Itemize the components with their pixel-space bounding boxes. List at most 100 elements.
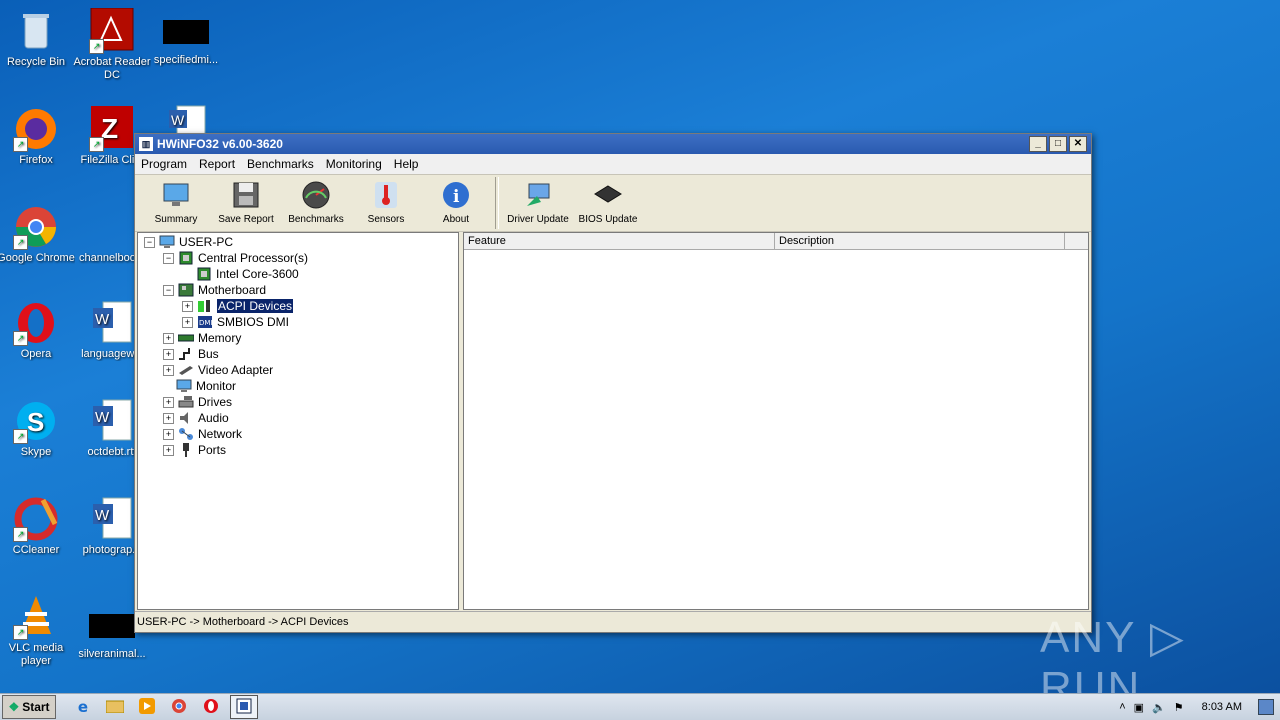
show-hidden-icons-icon[interactable]: ˄: [1119, 701, 1125, 713]
redacted-thumbnail: [89, 614, 135, 638]
monitor-icon: [176, 379, 192, 393]
tree-node-audio[interactable]: + Audio: [163, 410, 229, 426]
svg-text:DMI: DMI: [199, 319, 213, 327]
shortcut-arrow-icon: ↗: [13, 625, 28, 640]
dmi-icon: DMI: [197, 315, 213, 329]
internet-explorer-icon: e: [77, 698, 89, 716]
list-header: Feature Description: [464, 233, 1088, 250]
word-document-icon: W: [89, 300, 135, 346]
expand-icon[interactable]: +: [163, 332, 174, 344]
toolbar: Summary Save Report Benchmarks Sensors i…: [135, 174, 1091, 232]
taskbar-media-player[interactable]: [134, 696, 160, 718]
motherboard-icon: [178, 283, 194, 297]
expand-icon[interactable]: +: [163, 444, 174, 456]
show-desktop-button[interactable]: [1258, 699, 1274, 715]
desktop-icon-vlc[interactable]: ↗ VLC media player: [0, 594, 75, 668]
window-titlebar[interactable]: ▥ HWiNFO32 v6.00-3620 _ □ ✕: [135, 134, 1091, 154]
expand-icon[interactable]: +: [182, 316, 193, 328]
taskbar-opera[interactable]: [198, 696, 224, 718]
summary-button[interactable]: Summary: [141, 175, 211, 231]
opera-icon: [203, 698, 219, 717]
windows-logo-icon: ❖: [8, 700, 20, 714]
taskbar-explorer[interactable]: [102, 696, 128, 718]
bios-update-button[interactable]: BIOS Update: [573, 175, 643, 231]
taskbar-ie[interactable]: e: [70, 696, 96, 718]
desktop-icon-ccleaner[interactable]: ↗ CCleaner: [0, 496, 75, 557]
collapse-icon[interactable]: −: [144, 236, 155, 248]
detail-list[interactable]: Feature Description: [463, 232, 1089, 610]
menu-program[interactable]: Program: [135, 157, 193, 171]
tree-node-cpu[interactable]: − Central Processor(s): [163, 250, 308, 266]
info-icon: i: [441, 180, 471, 210]
start-button[interactable]: ❖ Start: [2, 695, 56, 719]
column-description[interactable]: Description: [775, 233, 1065, 249]
expand-icon[interactable]: +: [163, 364, 174, 376]
shortcut-arrow-icon: ↗: [89, 137, 104, 152]
tree-node-smbios[interactable]: + DMI SMBIOS DMI: [182, 314, 289, 330]
menu-monitoring[interactable]: Monitoring: [320, 157, 388, 171]
acpi-icon: [197, 299, 213, 313]
close-button[interactable]: ✕: [1069, 136, 1087, 152]
benchmarks-button[interactable]: Benchmarks: [281, 175, 351, 231]
cpu-icon: [178, 251, 194, 265]
ccleaner-icon: ↗: [13, 496, 59, 542]
tree-node-motherboard[interactable]: − Motherboard: [163, 282, 266, 298]
shortcut-arrow-icon: ↗: [13, 527, 28, 542]
sensors-button[interactable]: Sensors: [351, 175, 421, 231]
expand-icon[interactable]: +: [182, 300, 193, 312]
driver-update-button[interactable]: Driver Update: [503, 175, 573, 231]
collapse-icon[interactable]: −: [163, 284, 174, 296]
column-feature[interactable]: Feature: [464, 233, 775, 249]
svg-text:W: W: [171, 112, 185, 128]
menu-report[interactable]: Report: [193, 157, 241, 171]
desktop-icon-skype[interactable]: S ↗ Skype: [0, 398, 75, 459]
about-button[interactable]: i About: [421, 175, 491, 231]
tree-node-cpu-core[interactable]: Intel Core-3600: [196, 266, 299, 282]
expand-icon[interactable]: +: [163, 348, 174, 360]
floppy-disk-icon: [231, 180, 261, 210]
taskbar: ❖ Start e ˄ ▣ 🔈 ⚑ 8:03 AM: [0, 693, 1280, 720]
shortcut-arrow-icon: ↗: [89, 39, 104, 54]
filezilla-icon: Z ↗: [89, 106, 135, 152]
expand-icon[interactable]: +: [163, 428, 174, 440]
maximize-button[interactable]: □: [1049, 136, 1067, 152]
tree-node-drives[interactable]: + Drives: [163, 394, 232, 410]
expand-icon[interactable]: +: [163, 412, 174, 424]
device-tree[interactable]: − USER-PC − Central Processor(s) Intel C…: [137, 232, 459, 610]
thermometer-icon: [371, 180, 401, 210]
desktop-icon-acrobat[interactable]: ↗ Acrobat Reader DC: [73, 7, 151, 82]
desktop-icon-word-doc[interactable]: W: [147, 104, 225, 136]
network-tray-icon[interactable]: ▣: [1134, 701, 1144, 714]
desktop-icon-specifiedmi[interactable]: specifiedmi...: [147, 8, 225, 67]
tree-node-network[interactable]: + Network: [163, 426, 242, 442]
minimize-button[interactable]: _: [1029, 136, 1047, 152]
menu-help[interactable]: Help: [388, 157, 425, 171]
svg-text:W: W: [95, 311, 110, 328]
acrobat-icon: ↗: [89, 7, 135, 54]
expand-icon[interactable]: +: [163, 396, 174, 408]
firefox-icon: ↗: [13, 106, 59, 152]
tree-node-ports[interactable]: + Ports: [163, 442, 226, 458]
video-card-icon: [178, 363, 194, 377]
tree-node-bus[interactable]: + Bus: [163, 346, 219, 362]
menu-benchmarks[interactable]: Benchmarks: [241, 157, 320, 171]
desktop-icon-firefox[interactable]: ↗ Firefox: [0, 106, 75, 167]
clock[interactable]: 8:03 AM: [1202, 701, 1242, 713]
word-document-icon: W: [89, 398, 135, 444]
tree-node-monitor[interactable]: Monitor: [176, 378, 236, 394]
volume-icon[interactable]: 🔈: [1152, 701, 1166, 714]
tree-node-video[interactable]: + Video Adapter: [163, 362, 273, 378]
collapse-icon[interactable]: −: [163, 252, 174, 264]
save-report-button[interactable]: Save Report: [211, 175, 281, 231]
desktop-icon-recycle-bin[interactable]: Recycle Bin: [0, 8, 75, 69]
taskbar-chrome[interactable]: [166, 696, 192, 718]
tree-node-memory[interactable]: + Memory: [163, 330, 241, 346]
tree-node-acpi[interactable]: + ACPI Devices: [182, 298, 295, 314]
flag-icon[interactable]: ⚑: [1174, 701, 1184, 714]
redacted-thumbnail: [163, 20, 209, 44]
taskbar-hwinfo[interactable]: [230, 695, 258, 719]
tree-node-root[interactable]: − USER-PC: [144, 234, 233, 250]
desktop-icon-opera[interactable]: ↗ Opera: [0, 300, 75, 361]
desktop-icon-chrome[interactable]: ↗ Google Chrome: [0, 204, 75, 265]
hwinfo-window[interactable]: ▥ HWiNFO32 v6.00-3620 _ □ ✕ Program Repo…: [134, 133, 1092, 633]
